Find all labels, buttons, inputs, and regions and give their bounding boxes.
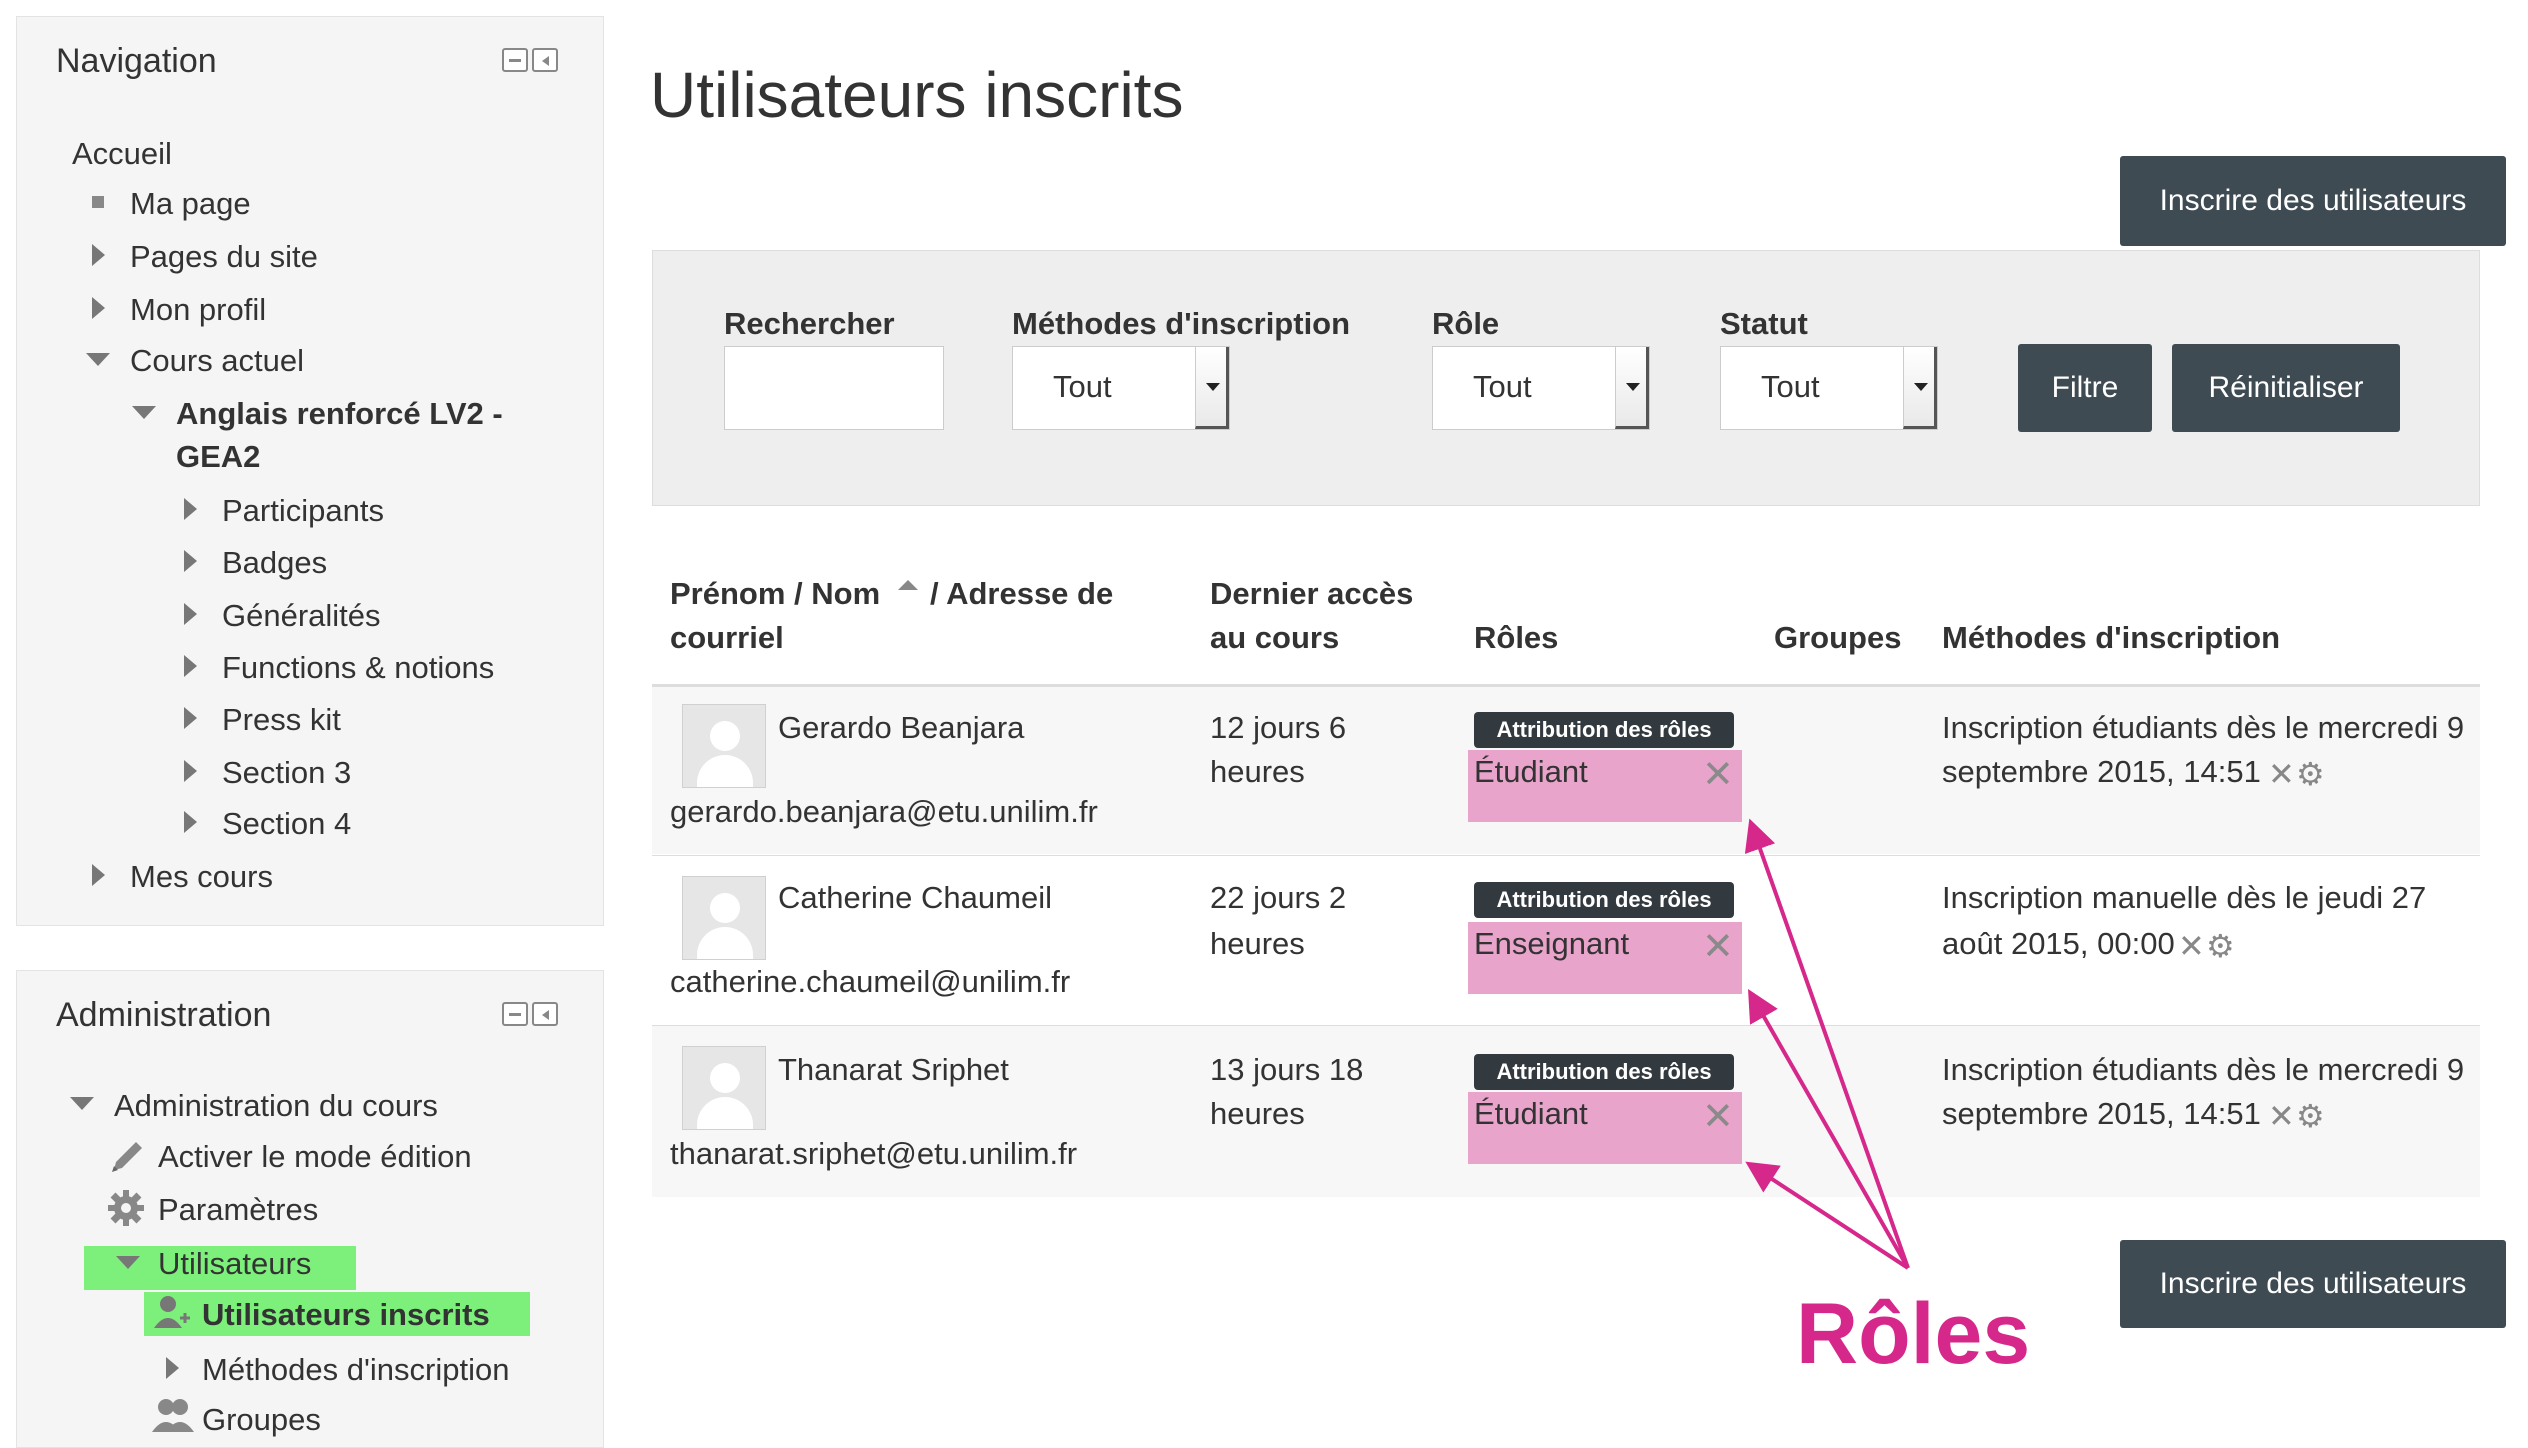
roles-annotation: Rôles	[1796, 1286, 2031, 1382]
annotation-arrows	[1744, 818, 1910, 1270]
